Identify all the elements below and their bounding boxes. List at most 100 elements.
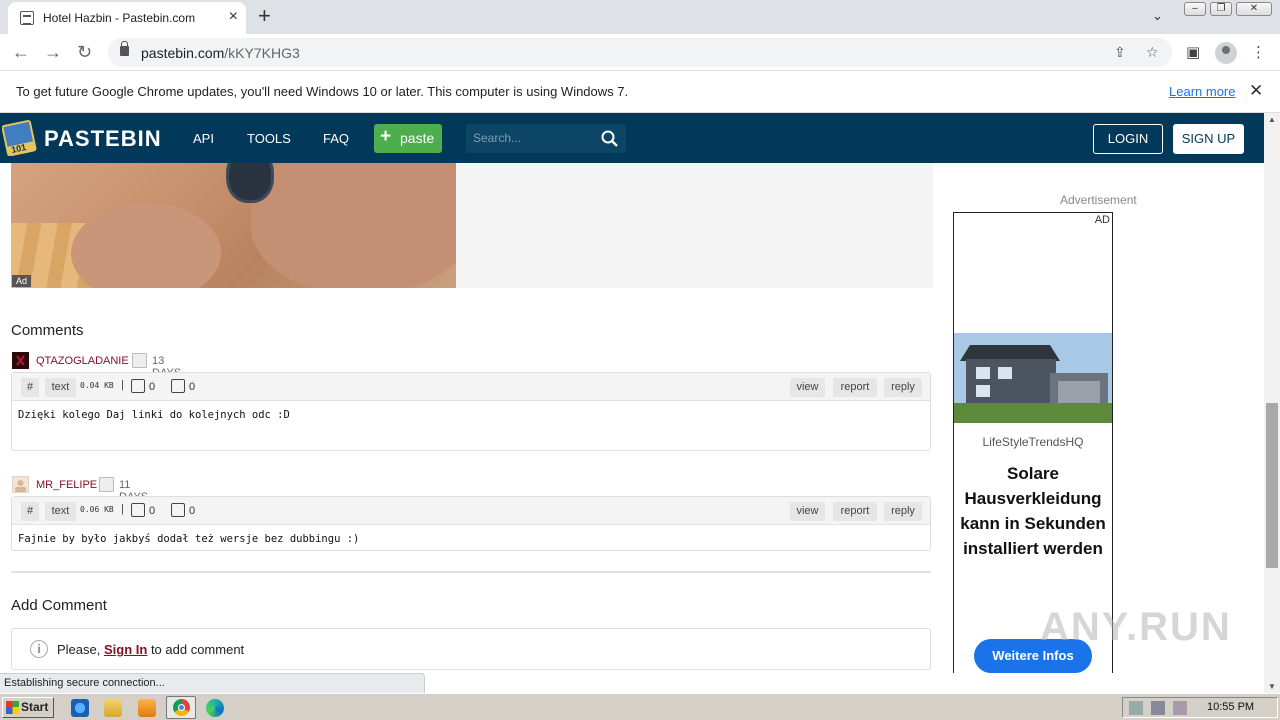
nav-faq[interactable]: FAQ [323,131,349,146]
taskbar-clock[interactable]: 10:55 PM [1207,701,1254,713]
calendar-icon [132,353,147,368]
forward-icon[interactable]: → [44,42,62,62]
network-icon[interactable] [1151,701,1165,715]
comment-permalink[interactable]: # [21,502,39,521]
paste-label: paste [400,130,435,146]
comment-username[interactable]: QTAZOGLADANIE [36,355,129,367]
bookmark-star-icon[interactable]: ☆ [1146,44,1159,61]
edge-icon[interactable] [206,699,224,717]
plus-icon: + [380,126,392,147]
tab-close-icon[interactable]: × [229,8,238,26]
new-tab-icon[interactable]: + [258,4,271,28]
close-window-button[interactable]: ✕ [1236,2,1272,16]
chrome-menu-icon[interactable]: ⋮ [1251,43,1266,61]
tab-search-chevron-icon[interactable]: ⌄ [1152,8,1163,24]
side-panel-icon[interactable]: ▣ [1186,43,1200,61]
signup-button[interactable]: SIGN UP [1173,124,1244,154]
reply-button[interactable]: reply [884,378,922,397]
like-button[interactable]: 0 [131,379,155,393]
reply-button[interactable]: reply [884,502,922,521]
file-explorer-icon[interactable] [104,699,122,717]
search-placeholder: Search... [473,131,522,145]
house-window [998,367,1012,379]
sidebar-ad[interactable]: AD LifeStyleTrendsHQ Solare Hausverkleid… [953,212,1113,673]
signin-link[interactable]: Sign In [104,642,147,657]
comment-size: 0.06 KB [80,505,114,514]
add-comment-heading: Add Comment [11,597,107,614]
search-icon[interactable] [601,130,618,147]
comments-heading: Comments [11,322,84,339]
comment-format[interactable]: text [45,502,76,521]
dislike-button[interactable]: 0 [171,503,195,517]
pastebin-logo-icon[interactable]: 101 [2,118,38,156]
back-icon[interactable]: ← [12,42,30,62]
nav-api[interactable]: API [193,131,214,146]
view-button[interactable]: view [790,378,825,397]
nav-tools[interactable]: TOOLS [247,131,291,146]
report-button[interactable]: report [833,502,877,521]
search-input[interactable]: Search... [466,124,626,153]
thumbs-down-icon [171,503,185,517]
like-button[interactable]: 0 [131,503,155,517]
pastebin-brand[interactable]: PASTEBIN [44,126,162,152]
ad-image-shape [251,163,456,288]
ad-placeholder [456,163,933,288]
internet-explorer-icon[interactable] [71,699,89,717]
anyrun-watermark: ANY.RUN [1040,605,1232,649]
ad-headline[interactable]: Solare Hausverkleidung kann in Sekunden … [958,461,1108,561]
info-icon: i [30,640,48,658]
avatar[interactable] [12,352,29,369]
page-content: Ad Comments QTAZOGLADANIE 13 DAYS # text… [0,163,1264,673]
infobar-close-icon[interactable]: ✕ [1249,81,1263,101]
reload-icon[interactable]: ↻ [77,42,92,62]
comment-box: # text 0.06 KB | 0 0 view report reply F… [11,496,931,551]
start-label: Start [21,700,49,714]
comment-format[interactable]: text [45,378,76,397]
comment-size: 0.04 KB [80,381,114,390]
action-center-flag-icon[interactable] [1173,701,1187,715]
comment-permalink[interactable]: # [21,378,39,397]
browser-tab[interactable]: Hotel Hazbin - Pastebin.com × [8,2,246,34]
browser-toolbar: ← → ↻ pastebin.com/kKY7KHG3 ⇪ ☆ ▣ ⋮ [0,34,1280,71]
comment-text: Fajnie by było jakbyś dodał też wersje b… [18,533,360,545]
media-player-icon[interactable] [138,699,156,717]
house-window [976,385,990,397]
volume-icon[interactable] [1129,701,1143,715]
ad-brand[interactable]: LifeStyleTrendsHQ [954,435,1112,449]
avatar[interactable] [12,476,29,493]
scroll-down-icon[interactable]: ▼ [1268,682,1276,691]
house-wall [966,359,1056,405]
thumbs-up-icon [131,379,145,393]
share-icon[interactable]: ⇪ [1114,44,1126,61]
thumbs-down-icon [171,379,185,393]
signin-notice: i Please, Sign In to add comment [11,628,931,670]
system-tray: 10:55 PM [1122,697,1278,718]
page-scrollbar[interactable]: ▲ ▼ [1264,113,1280,693]
scrollbar-thumb[interactable] [1266,403,1278,568]
pastebin-header: 101 PASTEBIN API TOOLS FAQ + paste Searc… [0,113,1264,163]
view-button[interactable]: view [790,502,825,521]
lock-icon [120,41,129,56]
ad-badge: AD [1094,214,1110,226]
url-text: pastebin.com/kKY7KHG3 [141,45,300,61]
profile-avatar-icon[interactable] [1215,42,1237,64]
ad-house-image[interactable] [954,333,1112,423]
learn-more-link[interactable]: Learn more [1169,84,1235,99]
login-button[interactable]: LOGIN [1093,124,1163,154]
comment-username[interactable]: MR_FELIPE [36,479,97,491]
dislike-button[interactable]: 0 [171,379,195,393]
separator: | [121,379,124,391]
tab-title: Hotel Hazbin - Pastebin.com [43,11,196,25]
start-button[interactable]: Start [2,697,54,718]
garage-door [1058,381,1100,405]
windows-taskbar: Start 10:55 PM [0,693,1280,720]
report-button[interactable]: report [833,378,877,397]
new-paste-button[interactable]: + paste [374,124,442,153]
restore-window-button[interactable]: ❐ [1210,2,1232,16]
address-bar[interactable]: pastebin.com/kKY7KHG3 ⇪ ☆ [108,38,1172,67]
ad-image[interactable]: Ad [11,163,456,288]
separator: | [121,503,124,515]
scroll-up-icon[interactable]: ▲ [1268,115,1276,124]
chrome-taskbar-button[interactable] [166,696,196,719]
minimize-window-button[interactable]: – [1184,2,1206,16]
